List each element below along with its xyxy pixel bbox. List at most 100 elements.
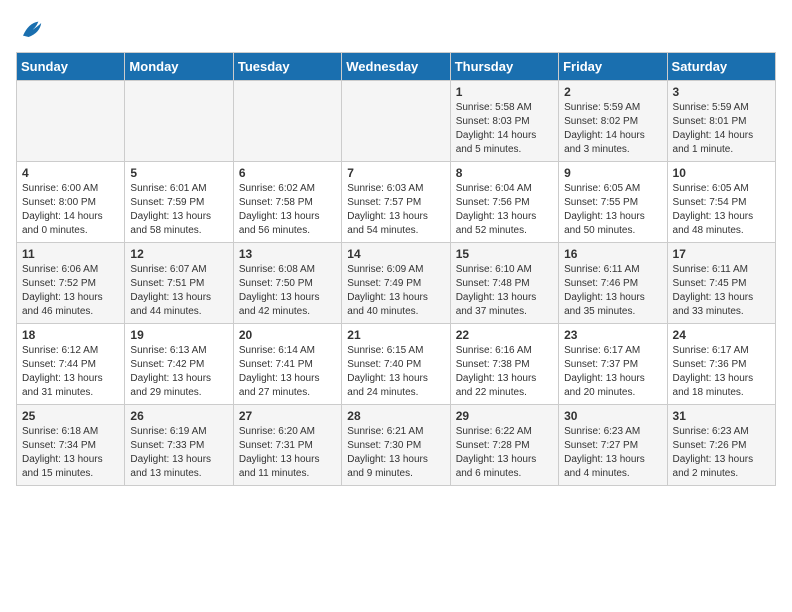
day-number: 18 [22, 328, 119, 342]
day-info: Sunrise: 6:10 AM Sunset: 7:48 PM Dayligh… [456, 263, 553, 319]
day-info: Sunrise: 6:01 AM Sunset: 7:59 PM Dayligh… [130, 182, 227, 238]
weekday-header: Sunday [17, 53, 125, 81]
calendar-cell: 8 Sunrise: 6:04 AM Sunset: 7:56 PM Daylig… [450, 162, 558, 243]
calendar-cell: 4 Sunrise: 6:00 AM Sunset: 8:00 PM Daylig… [17, 162, 125, 243]
day-number: 21 [347, 328, 444, 342]
calendar-cell: 29 Sunrise: 6:22 AM Sunset: 7:28 PM Dayli… [450, 405, 558, 486]
calendar-week-row: 4 Sunrise: 6:00 AM Sunset: 8:00 PM Daylig… [17, 162, 776, 243]
day-info: Sunrise: 6:09 AM Sunset: 7:49 PM Dayligh… [347, 263, 444, 319]
day-info: Sunrise: 6:08 AM Sunset: 7:50 PM Dayligh… [239, 263, 336, 319]
calendar-cell: 15 Sunrise: 6:10 AM Sunset: 7:48 PM Dayli… [450, 243, 558, 324]
calendar-cell: 19 Sunrise: 6:13 AM Sunset: 7:42 PM Dayli… [125, 324, 233, 405]
calendar-cell: 31 Sunrise: 6:23 AM Sunset: 7:26 PM Dayli… [667, 405, 775, 486]
day-number: 6 [239, 166, 336, 180]
day-info: Sunrise: 6:05 AM Sunset: 7:55 PM Dayligh… [564, 182, 661, 238]
calendar-cell: 23Sunrise: 6:17 AM Sunset: 7:37 PM Dayli… [559, 324, 667, 405]
logo-icon [16, 16, 44, 44]
day-number: 19 [130, 328, 227, 342]
day-info: Sunrise: 5:58 AM Sunset: 8:03 PM Dayligh… [456, 101, 553, 157]
calendar-cell: 27 Sunrise: 6:20 AM Sunset: 7:31 PM Dayli… [233, 405, 341, 486]
day-info: Sunrise: 6:20 AM Sunset: 7:31 PM Dayligh… [239, 425, 336, 481]
day-number: 7 [347, 166, 444, 180]
calendar-cell: 1 Sunrise: 5:58 AM Sunset: 8:03 PM Daylig… [450, 81, 558, 162]
day-number: 27 [239, 409, 336, 423]
day-number: 26 [130, 409, 227, 423]
day-number: 12 [130, 247, 227, 261]
calendar-cell: 3Sunrise: 5:59 AM Sunset: 8:01 PM Daylig… [667, 81, 775, 162]
calendar-cell: 12 Sunrise: 6:07 AM Sunset: 7:51 PM Dayli… [125, 243, 233, 324]
day-info: Sunrise: 6:15 AM Sunset: 7:40 PM Dayligh… [347, 344, 444, 400]
calendar-cell: 20Sunrise: 6:14 AM Sunset: 7:41 PM Dayli… [233, 324, 341, 405]
calendar-cell: 5 Sunrise: 6:01 AM Sunset: 7:59 PM Daylig… [125, 162, 233, 243]
day-info: Sunrise: 6:21 AM Sunset: 7:30 PM Dayligh… [347, 425, 444, 481]
day-info: Sunrise: 5:59 AM Sunset: 8:01 PM Dayligh… [673, 101, 770, 157]
weekday-header: Friday [559, 53, 667, 81]
day-info: Sunrise: 6:17 AM Sunset: 7:37 PM Dayligh… [564, 344, 661, 400]
day-number: 4 [22, 166, 119, 180]
day-number: 9 [564, 166, 661, 180]
day-number: 20 [239, 328, 336, 342]
day-info: Sunrise: 6:07 AM Sunset: 7:51 PM Dayligh… [130, 263, 227, 319]
day-info: Sunrise: 6:18 AM Sunset: 7:34 PM Dayligh… [22, 425, 119, 481]
day-info: Sunrise: 6:23 AM Sunset: 7:26 PM Dayligh… [673, 425, 770, 481]
calendar-cell: 14 Sunrise: 6:09 AM Sunset: 7:49 PM Dayli… [342, 243, 450, 324]
calendar-week-row: 18 Sunrise: 6:12 AM Sunset: 7:44 PM Dayli… [17, 324, 776, 405]
day-info: Sunrise: 5:59 AM Sunset: 8:02 PM Dayligh… [564, 101, 661, 157]
day-number: 2 [564, 85, 661, 99]
day-number: 24 [673, 328, 770, 342]
day-info: Sunrise: 6:13 AM Sunset: 7:42 PM Dayligh… [130, 344, 227, 400]
day-info: Sunrise: 6:11 AM Sunset: 7:46 PM Dayligh… [564, 263, 661, 319]
day-number: 29 [456, 409, 553, 423]
day-info: Sunrise: 6:03 AM Sunset: 7:57 PM Dayligh… [347, 182, 444, 238]
weekday-header: Wednesday [342, 53, 450, 81]
calendar-cell: 25Sunrise: 6:18 AM Sunset: 7:34 PM Dayli… [17, 405, 125, 486]
calendar-table: SundayMondayTuesdayWednesdayThursdayFrid… [16, 52, 776, 486]
day-number: 13 [239, 247, 336, 261]
day-number: 8 [456, 166, 553, 180]
day-number: 22 [456, 328, 553, 342]
day-number: 15 [456, 247, 553, 261]
day-info: Sunrise: 6:16 AM Sunset: 7:38 PM Dayligh… [456, 344, 553, 400]
calendar-cell [342, 81, 450, 162]
calendar-cell: 11 Sunrise: 6:06 AM Sunset: 7:52 PM Dayli… [17, 243, 125, 324]
calendar-cell: 10 Sunrise: 6:05 AM Sunset: 7:54 PM Dayli… [667, 162, 775, 243]
weekday-header: Monday [125, 53, 233, 81]
day-number: 31 [673, 409, 770, 423]
day-info: Sunrise: 6:22 AM Sunset: 7:28 PM Dayligh… [456, 425, 553, 481]
calendar-cell: 13 Sunrise: 6:08 AM Sunset: 7:50 PM Dayli… [233, 243, 341, 324]
day-info: Sunrise: 6:17 AM Sunset: 7:36 PM Dayligh… [673, 344, 770, 400]
day-info: Sunrise: 6:04 AM Sunset: 7:56 PM Dayligh… [456, 182, 553, 238]
day-info: Sunrise: 6:11 AM Sunset: 7:45 PM Dayligh… [673, 263, 770, 319]
page-header [16, 16, 776, 44]
day-info: Sunrise: 6:23 AM Sunset: 7:27 PM Dayligh… [564, 425, 661, 481]
weekday-header: Thursday [450, 53, 558, 81]
calendar-cell: 16 Sunrise: 6:11 AM Sunset: 7:46 PM Dayli… [559, 243, 667, 324]
calendar-cell: 18 Sunrise: 6:12 AM Sunset: 7:44 PM Dayli… [17, 324, 125, 405]
day-number: 1 [456, 85, 553, 99]
calendar-week-row: 11 Sunrise: 6:06 AM Sunset: 7:52 PM Dayli… [17, 243, 776, 324]
calendar-cell: 21 Sunrise: 6:15 AM Sunset: 7:40 PM Dayli… [342, 324, 450, 405]
day-info: Sunrise: 6:00 AM Sunset: 8:00 PM Dayligh… [22, 182, 119, 238]
calendar-header-row: SundayMondayTuesdayWednesdayThursdayFrid… [17, 53, 776, 81]
day-number: 11 [22, 247, 119, 261]
day-number: 10 [673, 166, 770, 180]
day-number: 30 [564, 409, 661, 423]
day-info: Sunrise: 6:05 AM Sunset: 7:54 PM Dayligh… [673, 182, 770, 238]
day-info: Sunrise: 6:02 AM Sunset: 7:58 PM Dayligh… [239, 182, 336, 238]
logo [16, 16, 48, 44]
calendar-cell: 6 Sunrise: 6:02 AM Sunset: 7:58 PM Daylig… [233, 162, 341, 243]
day-number: 5 [130, 166, 227, 180]
calendar-cell: 2 Sunrise: 5:59 AM Sunset: 8:02 PM Daylig… [559, 81, 667, 162]
day-info: Sunrise: 6:12 AM Sunset: 7:44 PM Dayligh… [22, 344, 119, 400]
calendar-cell: 30 Sunrise: 6:23 AM Sunset: 7:27 PM Dayli… [559, 405, 667, 486]
calendar-cell [233, 81, 341, 162]
calendar-cell [125, 81, 233, 162]
calendar-cell: 26 Sunrise: 6:19 AM Sunset: 7:33 PM Dayli… [125, 405, 233, 486]
calendar-cell [17, 81, 125, 162]
weekday-header: Saturday [667, 53, 775, 81]
day-info: Sunrise: 6:19 AM Sunset: 7:33 PM Dayligh… [130, 425, 227, 481]
day-number: 14 [347, 247, 444, 261]
day-info: Sunrise: 6:06 AM Sunset: 7:52 PM Dayligh… [22, 263, 119, 319]
day-number: 16 [564, 247, 661, 261]
day-number: 17 [673, 247, 770, 261]
